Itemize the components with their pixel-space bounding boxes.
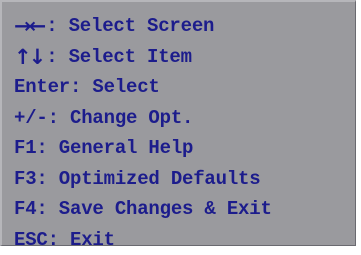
help-line-select-item: ↑↓: Select Item (14, 42, 358, 73)
help-line-change-option: +/-: Change Opt. (14, 103, 358, 134)
up-down-arrows-icon: ↑↓ (14, 42, 43, 73)
help-line-general-help: F1: General Help (14, 133, 358, 164)
help-text-select-item: : Select Item (46, 42, 192, 73)
key-help-legend: →←: Select Screen ↑↓: Select Item Enter:… (14, 11, 358, 255)
left-right-arrows-icon: →← (14, 11, 43, 42)
help-line-enter-select: Enter: Select (14, 72, 358, 103)
help-line-save-changes-exit: F4: Save Changes & Exit (14, 194, 358, 225)
help-line-select-screen: →←: Select Screen (14, 11, 358, 42)
help-text-select-screen: : Select Screen (46, 11, 214, 42)
bios-help-panel-frame: →←: Select Screen ↑↓: Select Item Enter:… (0, 0, 356, 246)
help-line-esc-exit: ESC: Exit (14, 225, 358, 255)
help-line-optimized-defaults: F3: Optimized Defaults (14, 164, 358, 195)
